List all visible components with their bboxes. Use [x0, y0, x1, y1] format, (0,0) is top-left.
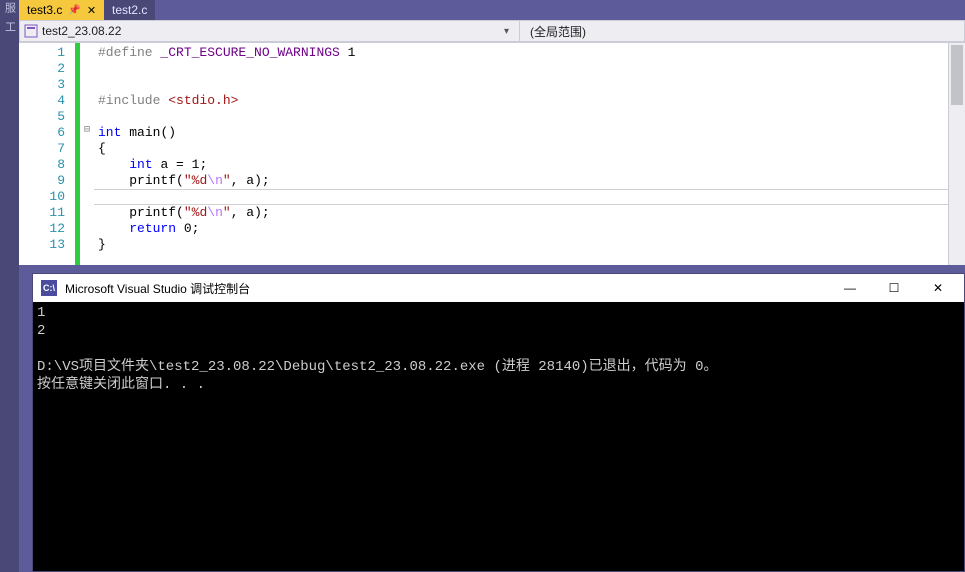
scope-dropdown-left[interactable]: test2_23.08.22 ▾	[20, 21, 520, 41]
code-line: printf("%d\n", a);	[98, 173, 965, 189]
code-line: int a = 1;	[98, 157, 965, 173]
tab-test3-c[interactable]: test3.c 📌 ✕	[19, 0, 104, 20]
line-number: 7	[19, 141, 65, 157]
line-number: 9	[19, 173, 65, 189]
code-editor[interactable]: 12345678910111213 ⊟ #define _CRT_ESCURE_…	[19, 42, 965, 265]
editor-scrollbar[interactable]	[948, 43, 965, 265]
rail-item-1[interactable]: 服	[2, 2, 18, 13]
code-line	[98, 109, 965, 125]
fold-toggle-icon[interactable]: ⊟	[80, 123, 94, 139]
navigation-bar: test2_23.08.22 ▾ (全局范围)	[19, 20, 965, 42]
scrollbar-thumb[interactable]	[951, 45, 963, 105]
scope-dropdown-right[interactable]: (全局范围)	[520, 21, 964, 41]
scope-text: (全局范围)	[530, 23, 586, 40]
code-line: #define _CRT_ESCURE_NO_WARNINGS 1	[98, 45, 965, 61]
line-number: 10	[19, 189, 65, 205]
tab-test2-c[interactable]: test2.c	[104, 0, 155, 20]
code-line: }	[98, 237, 965, 253]
scope-text: test2_23.08.22	[42, 24, 121, 38]
pin-icon[interactable]: 📌	[68, 5, 80, 16]
code-line: return 0;	[98, 221, 965, 237]
chevron-down-icon[interactable]: ▾	[498, 26, 515, 37]
close-icon[interactable]: ✕	[87, 4, 96, 17]
console-titlebar[interactable]: C:\ Microsoft Visual Studio 调试控制台 — ☐ ✕	[33, 274, 964, 302]
console-icon: C:\	[41, 280, 57, 296]
side-rail[interactable]: 服 工	[0, 0, 19, 572]
project-icon	[24, 24, 38, 38]
fold-column[interactable]: ⊟	[80, 43, 94, 265]
code-line: printf("%d\n", a);	[98, 205, 965, 221]
file-tabs: test3.c 📌 ✕ test2.c	[19, 0, 965, 20]
line-number: 5	[19, 109, 65, 125]
maximize-button[interactable]: ☐	[876, 281, 912, 295]
console-area: C:\ Microsoft Visual Studio 调试控制台 — ☐ ✕ …	[19, 265, 965, 572]
code-line: #include <stdio.h>	[98, 93, 965, 109]
rail-item-2[interactable]: 工	[2, 21, 18, 32]
line-number: 4	[19, 93, 65, 109]
line-number: 3	[19, 77, 65, 93]
line-number: 13	[19, 237, 65, 253]
line-number: 2	[19, 61, 65, 77]
minimize-button[interactable]: —	[832, 281, 868, 295]
line-number: 12	[19, 221, 65, 237]
line-number: 11	[19, 205, 65, 221]
code-line: a = 2;	[98, 189, 965, 205]
tab-label: test2.c	[112, 3, 147, 17]
console-output[interactable]: 1 2 D:\VS项目文件夹\test2_23.08.22\Debug\test…	[33, 302, 964, 571]
code-line: {	[98, 141, 965, 157]
line-number: 6	[19, 125, 65, 141]
console-title-text: Microsoft Visual Studio 调试控制台	[65, 280, 824, 297]
line-number-gutter: 12345678910111213	[19, 43, 75, 265]
code-line: int main()	[98, 125, 965, 141]
code-area[interactable]: #define _CRT_ESCURE_NO_WARNINGS 1 #inclu…	[94, 43, 965, 265]
line-number: 1	[19, 45, 65, 61]
code-line	[98, 77, 965, 93]
debug-console-window: C:\ Microsoft Visual Studio 调试控制台 — ☐ ✕ …	[32, 273, 965, 572]
line-number: 8	[19, 157, 65, 173]
close-button[interactable]: ✕	[920, 281, 956, 295]
tab-label: test3.c	[27, 3, 62, 17]
code-line	[98, 61, 965, 77]
